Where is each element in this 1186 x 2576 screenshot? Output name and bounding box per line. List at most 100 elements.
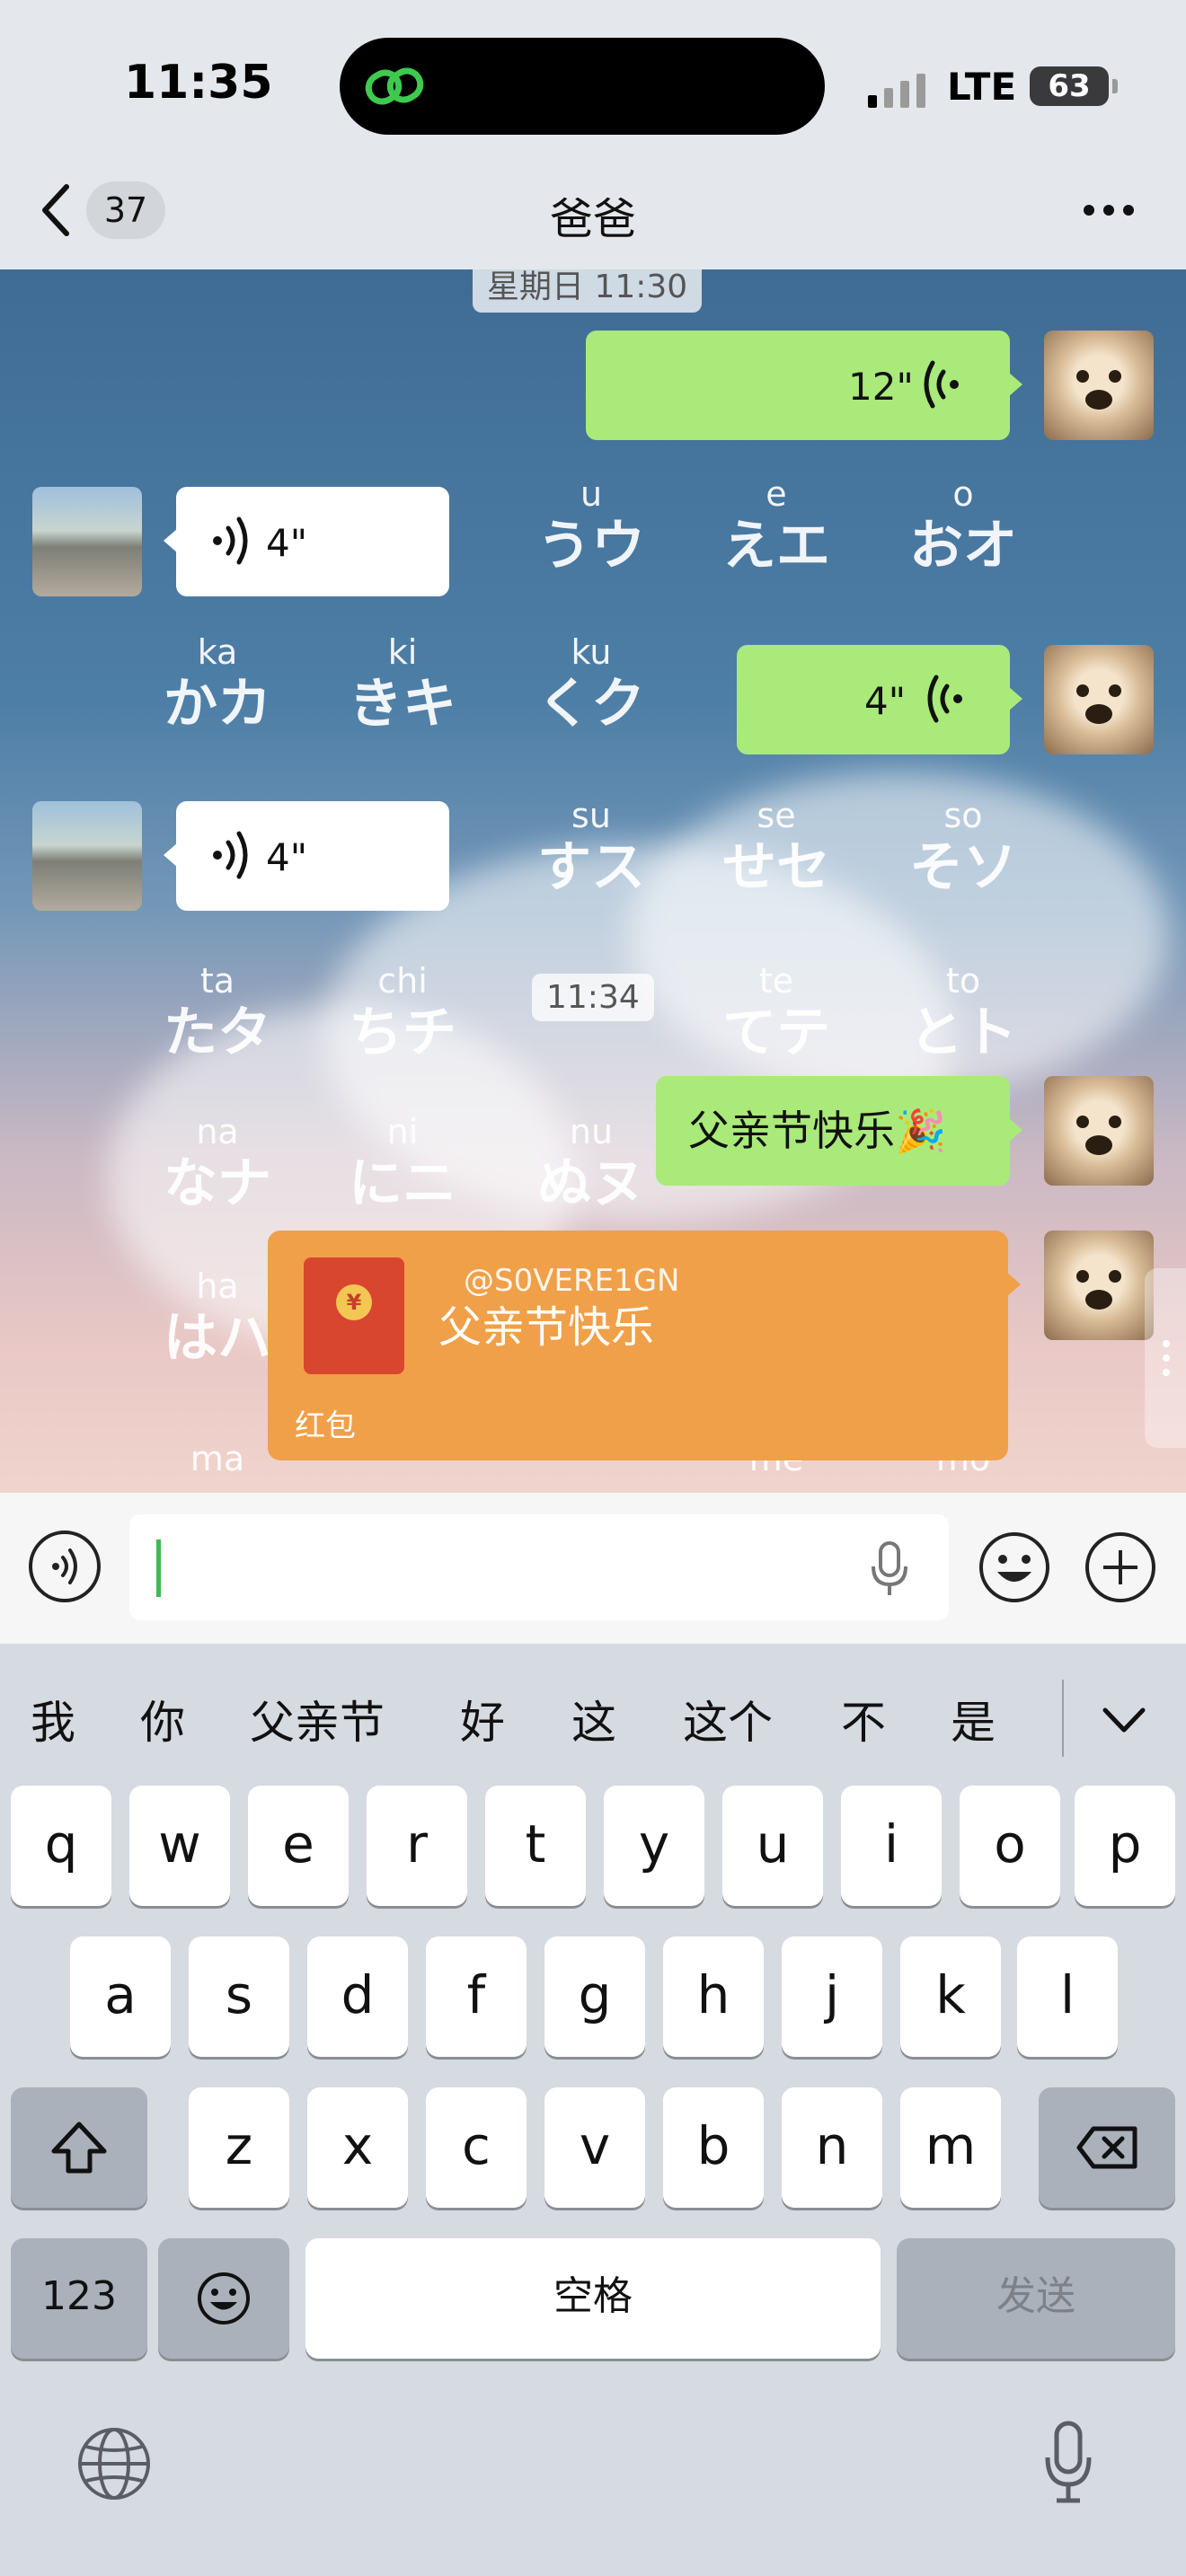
key-f[interactable]: f [426,1936,527,2057]
text-message-bubble[interactable]: 父亲节快乐🎉 [656,1076,1022,1186]
chat-title: 爸爸 [549,194,636,244]
key-e[interactable]: e [248,1786,349,1906]
kana-cell: ta たタ [164,961,271,1064]
kana-cell: to とト [909,961,1017,1064]
dad-avatar[interactable] [32,487,142,596]
candidate-word[interactable]: 是 [951,1687,996,1751]
numbers-key[interactable]: 123 [11,2238,147,2359]
voice-message-bubble[interactable]: 4" [164,487,449,596]
my-avatar[interactable] [1044,1076,1154,1186]
text-cursor [156,1539,161,1597]
kana-cell: ku くク [537,632,645,736]
candidate-word[interactable]: 父亲节 [250,1687,385,1751]
chevron-down-icon[interactable] [1102,1707,1146,1734]
kana-cell: o おオ [909,474,1017,578]
network-type: LTE [947,65,1017,109]
candidate-word[interactable]: 好 [460,1687,505,1751]
microphone-icon[interactable] [868,1541,911,1597]
link-icon [365,67,424,105]
kana-cell: se せセ [722,796,830,899]
candidate-word[interactable]: 你 [140,1687,185,1751]
message-input[interactable] [129,1514,949,1620]
kana-cell: na なナ [164,1112,271,1215]
candidate-bar: 我 你 父亲节 好 这 这个 不 是 [0,1644,1186,1787]
kana-cell: chi ちチ [349,961,456,1064]
key-t[interactable]: t [485,1786,586,1906]
my-avatar[interactable] [1044,331,1154,440]
key-i[interactable]: i [841,1786,942,1906]
red-packet-title: 父亲节快乐 [438,1302,655,1353]
voice-duration: 4" [864,679,907,723]
kana-cell: ki きキ [349,632,456,736]
globe-icon[interactable] [75,2425,153,2502]
key-x[interactable]: x [307,2087,408,2208]
voice-wave-icon [927,675,962,723]
kana-cell: ka かカ [164,632,271,736]
status-time: 11:35 [124,56,273,110]
candidate-word[interactable]: 这 [571,1687,616,1751]
voice-wave-icon [213,831,248,879]
shift-arrow-icon [51,2122,107,2174]
key-s[interactable]: s [189,1936,289,2057]
dad-avatar[interactable] [32,801,142,911]
red-envelope-icon: ¥ [304,1257,404,1374]
voice-wave-icon [924,360,959,409]
key-g[interactable]: g [544,1936,645,2057]
key-l[interactable]: l [1017,1936,1118,2057]
key-q[interactable]: q [11,1786,111,1906]
top-bar: 11:35 LTE 63 37 爸爸 [0,0,1186,269]
kana-cell: ni にニ [349,1112,456,1215]
emoji-icon[interactable] [978,1531,1051,1604]
add-attachment-icon[interactable] [1084,1531,1157,1604]
side-drawer-handle[interactable] [1145,1268,1186,1448]
key-b[interactable]: b [663,2087,764,2208]
dictation-microphone-icon[interactable] [1042,2420,1094,2506]
more-options-icon[interactable] [1082,201,1136,219]
key-v[interactable]: v [544,2087,645,2208]
voice-input-toggle[interactable] [29,1531,101,1602]
send-key[interactable]: 发送 [897,2238,1175,2359]
voice-message-bubble[interactable]: 4" [164,801,449,911]
timestamp-top: 星期日 11:30 [473,269,703,313]
key-z[interactable]: z [189,2087,289,2208]
key-a[interactable]: a [70,1936,171,2057]
key-w[interactable]: w [129,1786,230,1906]
candidate-word[interactable]: 我 [31,1687,75,1751]
voice-duration: 4" [266,835,308,879]
candidate-word[interactable]: 这个 [683,1687,773,1751]
emoji-icon [198,2272,250,2325]
backspace-key[interactable] [1039,2087,1175,2208]
key-j[interactable]: j [782,1936,882,2057]
shift-key[interactable] [11,2087,147,2208]
key-d[interactable]: d [307,1936,408,2057]
key-o[interactable]: o [960,1786,1060,1906]
timestamp-mid: 11:34 [532,974,654,1021]
chat-area[interactable]: u うウ e えエ o おオ ka かカ ki きキ ku くク su すス se せセ so そ… [0,269,1186,1493]
key-u[interactable]: u [722,1786,823,1906]
key-h[interactable]: h [663,1936,764,2057]
dynamic-island [340,38,825,135]
emoji-key[interactable] [158,2238,289,2359]
my-avatar[interactable] [1044,645,1154,754]
voice-wave-icon [52,1548,77,1584]
red-packet-message[interactable]: ¥ @S0VERE1GN 父亲节快乐 红包 [268,1231,1021,1460]
space-key[interactable]: 空格 [305,2238,881,2359]
my-avatar[interactable] [1044,1231,1154,1340]
signal-icon [868,74,925,108]
key-c[interactable]: c [426,2087,527,2208]
key-m[interactable]: m [900,2087,1001,2208]
key-p[interactable]: p [1075,1786,1175,1906]
voice-message-bubble[interactable]: 4" [737,645,1022,754]
kana-cell: u うウ [537,474,645,578]
red-packet-label: 红包 [295,1408,356,1444]
candidate-word[interactable]: 不 [841,1687,886,1751]
backspace-icon [1076,2126,1137,2169]
key-y[interactable]: y [604,1786,704,1906]
voice-duration: 12" [848,365,914,409]
key-r[interactable]: r [367,1786,467,1906]
voice-duration: 4" [266,521,308,565]
key-n[interactable]: n [782,2087,882,2208]
voice-message-bubble[interactable]: 12" [586,331,1022,440]
key-k[interactable]: k [900,1936,1001,2057]
battery-level: 63 [1030,66,1109,106]
